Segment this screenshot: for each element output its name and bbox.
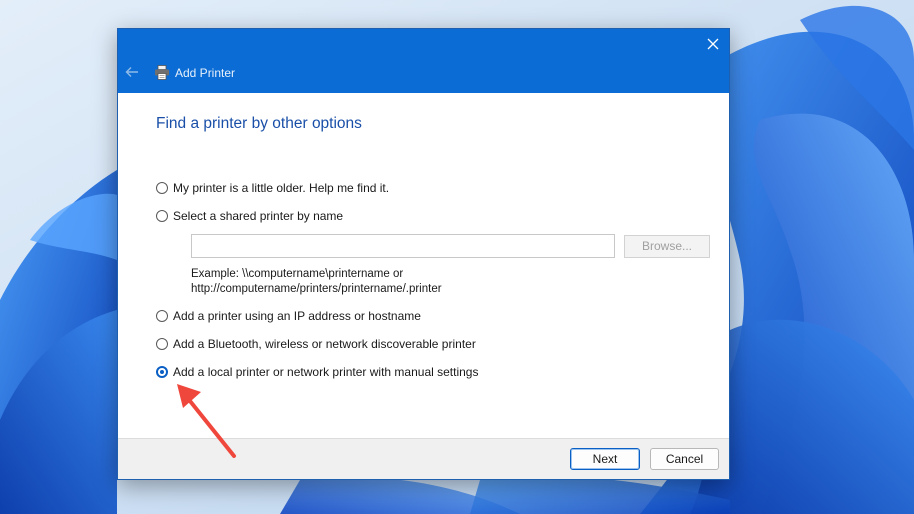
shared-printer-example: Example: \\computername\printername or h… — [191, 267, 442, 297]
back-arrow-icon — [125, 67, 138, 77]
option-label: Select a shared printer by name — [173, 209, 344, 223]
option-label: My printer is a little older. Help me fi… — [173, 181, 390, 195]
radio-ip-address[interactable] — [156, 310, 168, 322]
close-icon — [707, 38, 719, 50]
option-label: Add a Bluetooth, wireless or network dis… — [173, 337, 476, 351]
next-button[interactable]: Next — [570, 448, 640, 470]
shared-printer-name-input[interactable] — [191, 234, 615, 258]
back-button[interactable] — [124, 64, 140, 80]
option-local-printer[interactable]: Add a local printer or network printer w… — [156, 365, 478, 379]
option-bluetooth-wireless[interactable]: Add a Bluetooth, wireless or network dis… — [156, 337, 476, 351]
option-label: Add a local printer or network printer w… — [173, 365, 479, 379]
cancel-button[interactable]: Cancel — [650, 448, 719, 470]
radio-local-printer[interactable] — [156, 366, 168, 378]
radio-older-printer[interactable] — [156, 182, 168, 194]
printer-icon — [155, 65, 169, 80]
title-bar: Add Printer — [118, 29, 729, 93]
example-line-2: http://computername/printers/printername… — [191, 283, 442, 295]
example-line-1: Example: \\computername\printername or — [191, 268, 404, 280]
radio-shared-printer[interactable] — [156, 210, 168, 222]
option-ip-address[interactable]: Add a printer using an IP address or hos… — [156, 309, 421, 323]
window-title: Add Printer — [175, 66, 236, 80]
close-button[interactable] — [701, 33, 725, 55]
option-older-printer[interactable]: My printer is a little older. Help me fi… — [156, 181, 389, 195]
option-shared-printer[interactable]: Select a shared printer by name — [156, 209, 343, 223]
annotation-arrow — [177, 384, 236, 458]
browse-button[interactable]: Browse... — [624, 235, 710, 258]
option-label: Add a printer using an IP address or hos… — [173, 309, 421, 323]
radio-bluetooth-wireless[interactable] — [156, 338, 168, 350]
page-heading: Find a printer by other options — [156, 115, 362, 132]
